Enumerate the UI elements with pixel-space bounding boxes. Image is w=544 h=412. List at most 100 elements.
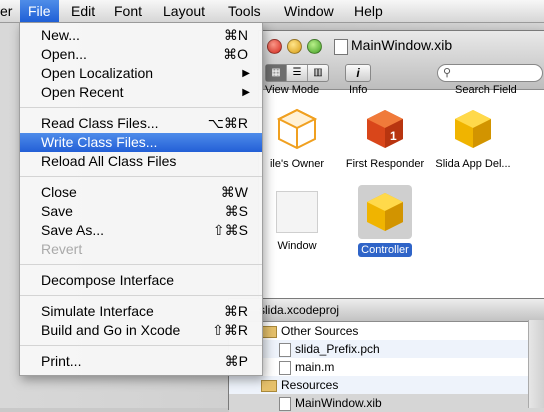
menu-item-label: Write Class Files... bbox=[41, 134, 158, 150]
xib-file-icon bbox=[334, 39, 348, 55]
menu-item-label: Decompose Interface bbox=[41, 272, 175, 288]
controller-object[interactable]: Controller bbox=[337, 185, 433, 257]
menu-item-shortcut: ⌘R bbox=[223, 303, 248, 319]
project-title: slida.xcodeproj bbox=[229, 299, 544, 322]
submenu-arrow-icon: ▶ bbox=[242, 87, 250, 98]
file-icon bbox=[279, 360, 291, 375]
tree-row-resources[interactable]: Resources bbox=[229, 376, 544, 394]
menu-item-close[interactable]: Close ⌘W bbox=[20, 183, 262, 202]
menu-item-open-localization[interactable]: Open Localization ▶ bbox=[20, 64, 262, 83]
file-menu: New... ⌘N Open... ⌘O Open Localization ▶… bbox=[19, 22, 263, 376]
menu-item-label: Revert bbox=[41, 241, 83, 257]
menu-bar: er File Edit Font Layout Tools Window He… bbox=[0, 0, 544, 23]
tree-row-other-sources[interactable]: Other Sources bbox=[229, 322, 544, 340]
folder-icon bbox=[261, 325, 277, 338]
menu-item-reload-all-class-files[interactable]: Reload All Class Files bbox=[20, 152, 262, 171]
controller-cube-icon bbox=[363, 190, 407, 234]
menu-tools[interactable]: Tools bbox=[220, 0, 269, 22]
menu-app-name[interactable]: er bbox=[0, 0, 20, 22]
document-titlebar: MainWindow.xib ▦ ☰ ▥ i ⚲ bbox=[259, 31, 544, 90]
list-view-icon[interactable]: ☰ bbox=[287, 65, 308, 81]
menu-separator bbox=[20, 345, 262, 346]
info-button[interactable]: i bbox=[345, 64, 371, 82]
menu-item-write-class-files[interactable]: Write Class Files... bbox=[20, 133, 262, 152]
app-delegate-object[interactable]: Slida App Del... bbox=[425, 107, 521, 171]
tree-row-label: slida_Prefix.pch bbox=[295, 342, 380, 356]
menu-item-shortcut: ⇧⌘R bbox=[212, 322, 248, 338]
app-delegate-cube-icon bbox=[451, 107, 495, 151]
menu-item-save-as[interactable]: Save As... ⇧⌘S bbox=[20, 221, 262, 240]
files-owner-object[interactable]: ile's Owner bbox=[249, 107, 345, 171]
menu-layout[interactable]: Layout bbox=[155, 0, 213, 22]
icon-view-icon[interactable]: ▦ bbox=[266, 65, 287, 81]
menu-item-label: Print... bbox=[41, 353, 82, 369]
menu-item-open-recent[interactable]: Open Recent ▶ bbox=[20, 83, 262, 102]
document-window: MainWindow.xib ▦ ☰ ▥ i ⚲ View Mode Info … bbox=[258, 30, 544, 322]
menu-item-label: Open Localization bbox=[41, 65, 154, 81]
first-responder-object[interactable]: 1 First Responder bbox=[337, 107, 433, 171]
menu-item-revert: Revert bbox=[20, 240, 262, 259]
app-delegate-label: Slida App Del... bbox=[435, 158, 511, 170]
files-owner-label: ile's Owner bbox=[269, 158, 325, 170]
submenu-arrow-icon: ▶ bbox=[242, 68, 250, 79]
menu-item-shortcut: ⇧⌘S bbox=[212, 222, 248, 238]
menu-item-label: New... bbox=[41, 27, 80, 43]
menu-separator bbox=[20, 295, 262, 296]
file-icon bbox=[279, 396, 291, 411]
search-field-label: Search Field bbox=[455, 84, 517, 96]
menu-item-build-and-go[interactable]: Build and Go in Xcode ⇧⌘R bbox=[20, 321, 262, 340]
tree-row-main-m[interactable]: main.m bbox=[229, 358, 544, 376]
view-mode-label: View Mode bbox=[265, 84, 320, 96]
menu-item-shortcut: ⌘W bbox=[220, 184, 248, 200]
controller-selection-highlight bbox=[358, 185, 412, 239]
search-input[interactable]: ⚲ bbox=[437, 64, 543, 82]
menu-font[interactable]: Font bbox=[106, 0, 150, 22]
tree-row-label: main.m bbox=[295, 360, 335, 374]
menu-item-shortcut: ⌘S bbox=[224, 203, 248, 219]
menu-item-print[interactable]: Print... ⌘P bbox=[20, 352, 262, 371]
menu-separator bbox=[20, 107, 262, 108]
tree-row-mainwindow-xib[interactable]: MainWindow.xib bbox=[229, 394, 544, 412]
svg-text:1: 1 bbox=[390, 129, 397, 143]
menu-help[interactable]: Help bbox=[346, 0, 391, 22]
close-icon[interactable] bbox=[267, 39, 282, 54]
scrollbar[interactable] bbox=[528, 320, 544, 408]
menu-item-new[interactable]: New... ⌘N bbox=[20, 26, 262, 45]
menu-item-label: Read Class Files... bbox=[41, 115, 159, 131]
menu-window[interactable]: Window bbox=[276, 0, 342, 22]
menu-item-shortcut: ⌥⌘R bbox=[207, 115, 248, 131]
first-responder-label: First Responder bbox=[345, 158, 425, 170]
column-view-icon[interactable]: ▥ bbox=[308, 65, 328, 81]
search-icon: ⚲ bbox=[443, 67, 452, 79]
tree-row-label: Resources bbox=[281, 378, 339, 392]
menu-item-label: Simulate Interface bbox=[41, 303, 154, 319]
menu-separator bbox=[20, 264, 262, 265]
menu-item-read-class-files[interactable]: Read Class Files... ⌥⌘R bbox=[20, 114, 262, 133]
menu-item-label: Open Recent bbox=[41, 84, 124, 100]
window-icon bbox=[276, 191, 318, 233]
minimize-icon[interactable] bbox=[287, 39, 302, 54]
files-owner-cube-icon bbox=[275, 107, 319, 151]
view-mode-control[interactable]: ▦ ☰ ▥ bbox=[265, 64, 329, 82]
window-object[interactable]: Window bbox=[249, 191, 345, 253]
controller-label: Controller bbox=[358, 243, 412, 257]
menu-item-simulate-interface[interactable]: Simulate Interface ⌘R bbox=[20, 302, 262, 321]
menu-item-label: Reload All Class Files bbox=[41, 153, 177, 169]
menu-item-label: Close bbox=[41, 184, 77, 200]
menu-file[interactable]: File bbox=[20, 0, 59, 22]
menu-item-label: Save As... bbox=[41, 222, 105, 238]
menu-item-shortcut: ⌘N bbox=[223, 27, 248, 43]
menu-separator bbox=[20, 176, 262, 177]
menu-item-label: Open... bbox=[41, 46, 87, 62]
menu-item-decompose-interface[interactable]: Decompose Interface bbox=[20, 271, 262, 290]
tree-row-prefix-pch[interactable]: slida_Prefix.pch bbox=[229, 340, 544, 358]
zoom-icon[interactable] bbox=[307, 39, 322, 54]
window-label: Window bbox=[277, 240, 317, 252]
menu-edit[interactable]: Edit bbox=[63, 0, 103, 22]
folder-icon bbox=[261, 379, 277, 392]
menu-item-label: Build and Go in Xcode bbox=[41, 322, 181, 338]
file-icon bbox=[279, 342, 291, 357]
menu-item-open[interactable]: Open... ⌘O bbox=[20, 45, 262, 64]
project-window: slida.xcodeproj Other Sources slida_Pref… bbox=[228, 298, 544, 412]
menu-item-save[interactable]: Save ⌘S bbox=[20, 202, 262, 221]
